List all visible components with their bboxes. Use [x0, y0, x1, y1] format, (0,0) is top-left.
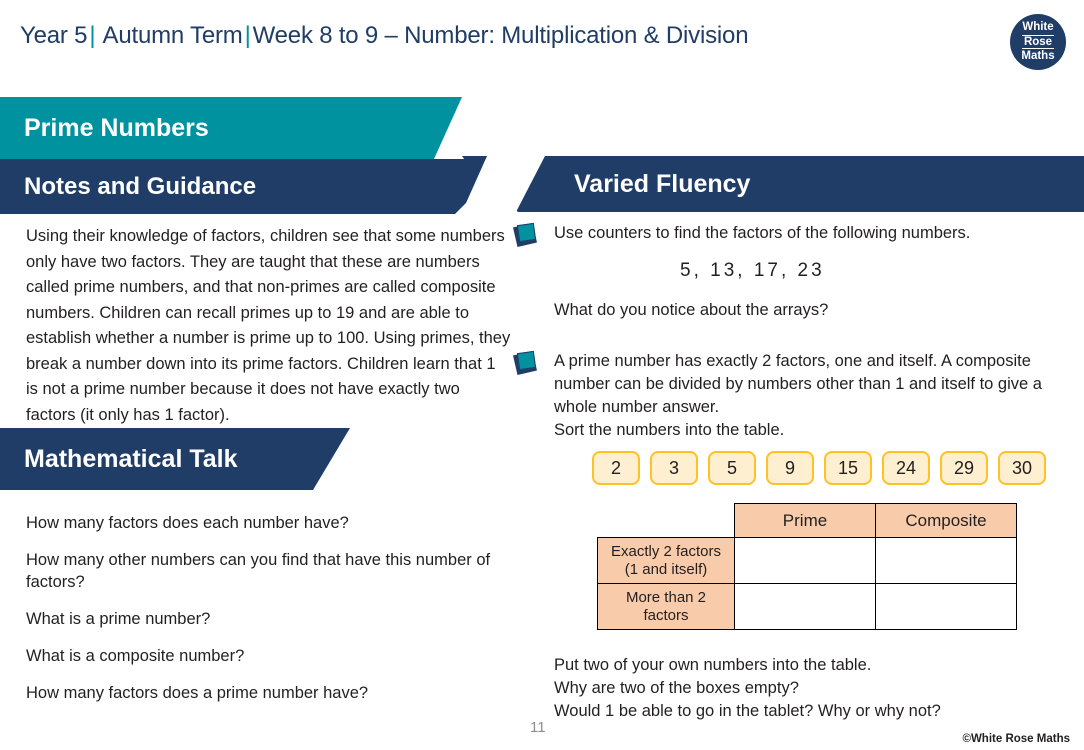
talk-question: How many factors does each number have? [26, 514, 349, 532]
row-header-line-2: factors [643, 606, 689, 624]
table-row-header-more-than-2-factors: More than 2 factors [597, 583, 735, 630]
row-header-line-2: (1 and itself) [624, 560, 708, 578]
worksheet-page: Year 5| Autumn Term|Week 8 to 9 – Number… [0, 0, 1084, 750]
number-card[interactable]: 2 [592, 451, 640, 485]
number-card[interactable]: 5 [708, 451, 756, 485]
number-card[interactable]: 30 [998, 451, 1046, 485]
copyright-notice: ©White Rose Maths [962, 733, 1070, 745]
table-corner-cell [598, 504, 735, 538]
logo-line-1: White [1022, 21, 1054, 34]
topic-banner-label: Prime Numbers [24, 113, 209, 142]
square-front-shape [516, 350, 537, 371]
closing-line: Why are two of the boxes empty? [554, 679, 799, 697]
counters-square-icon [513, 222, 540, 248]
notes-and-guidance-text: Using their knowledge of factors, childr… [26, 227, 511, 424]
talk-question: What is a prime number? [26, 610, 211, 628]
number-card-row: 2 3 5 9 15 24 29 30 [592, 451, 1046, 485]
table-row: Exactly 2 factors (1 and itself) [597, 537, 1017, 584]
mathematical-talk-questions: How many factors does each number have? … [26, 512, 524, 719]
logo-line-2: Rose [1021, 34, 1055, 50]
number-card[interactable]: 3 [650, 451, 698, 485]
white-rose-maths-logo: White Rose Maths [1010, 14, 1066, 70]
topic-banner: Prime Numbers [0, 97, 462, 159]
closing-line: Put two of your own numbers into the tab… [554, 656, 872, 674]
closing-line: Would 1 be able to go in the tablet? Why… [554, 702, 941, 720]
number-card[interactable]: 15 [824, 451, 872, 485]
row-header-line-1: More than 2 [625, 588, 707, 606]
question-2-closing-prompts: Put two of your own numbers into the tab… [554, 654, 941, 723]
table-cell-prime-morethan2[interactable] [734, 583, 876, 630]
talk-question: How many factors does a prime number hav… [26, 684, 369, 702]
table-column-header-composite: Composite [875, 503, 1017, 538]
number-card[interactable]: 24 [882, 451, 930, 485]
header-term: Autumn Term [102, 22, 243, 49]
question-2-prompt: A prime number has exactly 2 factors, on… [554, 352, 1042, 416]
question-1-prompt: Use counters to find the factors of the … [554, 224, 971, 242]
notes-banner-label: Notes and Guidance [24, 172, 257, 200]
question-1-follow-up: What do you notice about the arrays? [554, 301, 829, 319]
number-card[interactable]: 9 [766, 451, 814, 485]
question-1-numbers: 5, 13, 17, 23 [680, 260, 825, 281]
logo-line-3: Maths [1021, 50, 1055, 63]
page-header-title: Year 5| Autumn Term|Week 8 to 9 – Number… [20, 22, 749, 50]
table-cell-prime-exactly2[interactable] [734, 537, 876, 584]
counters-square-icon [513, 350, 540, 376]
table-row-header-exactly-2-factors: Exactly 2 factors (1 and itself) [597, 537, 735, 584]
row-header-line-1: Exactly 2 factors [610, 542, 722, 560]
header-week: Week 8 to 9 – Number: Multiplication & D… [252, 22, 749, 49]
table-cell-composite-exactly2[interactable] [875, 537, 1017, 584]
table-header-row: Prime Composite [598, 503, 1017, 538]
varied-fluency-banner: Varied Fluency [462, 156, 1084, 212]
header-separator-1: | [89, 22, 96, 49]
sorting-table: Prime Composite Exactly 2 factors (1 and… [597, 503, 1017, 630]
talk-banner-label: Mathematical Talk [24, 444, 238, 473]
page-number: 11 [530, 719, 546, 736]
table-cell-composite-morethan2[interactable] [875, 583, 1017, 630]
question-1: Use counters to find the factors of the … [513, 222, 1034, 248]
notes-and-guidance-banner: Notes and Guidance [0, 159, 510, 214]
table-column-header-prime: Prime [734, 503, 876, 538]
header-separator-2: | [244, 22, 251, 49]
header-year: Year 5 [20, 22, 88, 49]
number-card[interactable]: 29 [940, 451, 988, 485]
question-2-instruction: Sort the numbers into the table. [554, 421, 785, 439]
talk-question: How many other numbers can you find that… [26, 551, 491, 591]
question-2: A prime number has exactly 2 factors, on… [513, 350, 1074, 442]
talk-question: What is a composite number? [26, 647, 245, 665]
square-front-shape [516, 222, 537, 243]
mathematical-talk-banner: Mathematical Talk [0, 428, 350, 490]
table-row: More than 2 factors [597, 583, 1017, 630]
